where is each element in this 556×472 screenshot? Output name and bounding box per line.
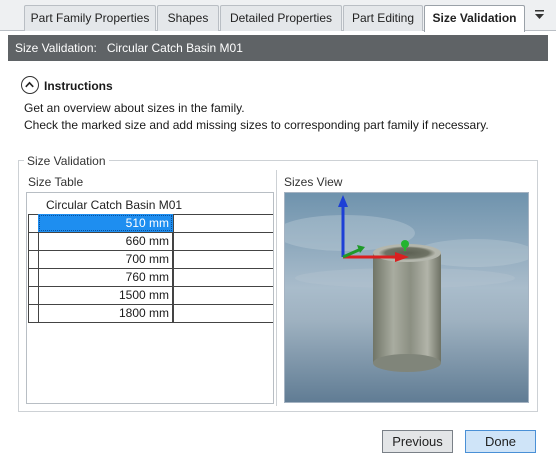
collapse-instructions-button[interactable]	[21, 76, 39, 94]
tab-bar: Part Family Properties Shapes Detailed P…	[0, 0, 556, 32]
header-family-name: Circular Catch Basin M01	[106, 41, 243, 55]
page-header: Size Validation: Circular Catch Basin M01	[8, 35, 548, 61]
tab-part-editing[interactable]: Part Editing	[343, 5, 423, 31]
row-selector[interactable]	[28, 286, 38, 304]
done-button[interactable]: Done	[465, 430, 536, 453]
sizes-view-label: Sizes View	[284, 175, 343, 189]
tab-menu-icon[interactable]	[531, 9, 547, 25]
size-cell[interactable]: 760 mm	[38, 268, 173, 286]
instruction-line: Get an overview about sizes in the famil…	[24, 101, 245, 115]
table-row[interactable]: 1500 mm	[28, 286, 273, 304]
size-cell[interactable]: 1500 mm	[38, 286, 173, 304]
tab-detailed-properties[interactable]: Detailed Properties	[220, 5, 342, 31]
menu-dropdown-icon	[534, 10, 544, 19]
tab-size-validation[interactable]: Size Validation	[424, 5, 525, 32]
chevron-up-icon	[25, 81, 34, 88]
column-header[interactable]: Circular Catch Basin M01	[28, 196, 182, 214]
row-selector[interactable]	[28, 214, 38, 232]
table-row[interactable]: 760 mm	[28, 268, 273, 286]
row-selector[interactable]	[28, 232, 38, 250]
size-cell[interactable]: 1800 mm	[38, 304, 173, 322]
group-title: Size Validation	[24, 154, 109, 168]
table-row[interactable]: 660 mm	[28, 232, 273, 250]
previous-button[interactable]: Previous	[382, 430, 453, 453]
table-row[interactable]: 1800 mm	[28, 304, 273, 322]
size-cell[interactable]: 700 mm	[38, 250, 173, 268]
header-label: Size Validation:	[15, 41, 97, 55]
instructions-title: Instructions	[44, 79, 113, 93]
tab-part-family-properties[interactable]: Part Family Properties	[24, 5, 156, 31]
size-cell[interactable]: 660 mm	[38, 232, 173, 250]
size-cell[interactable]: 510 mm	[38, 214, 173, 232]
instruction-line: Check the marked size and add missing si…	[24, 118, 489, 132]
panel-splitter[interactable]	[276, 170, 277, 406]
table-row[interactable]: 700 mm	[28, 250, 273, 268]
tab-shapes[interactable]: Shapes	[157, 5, 219, 31]
row-selector[interactable]	[28, 250, 38, 268]
catch-basin-3d-model	[285, 193, 528, 402]
row-selector[interactable]	[28, 304, 38, 322]
table-row[interactable]: 510 mm	[28, 214, 273, 232]
row-selector[interactable]	[28, 268, 38, 286]
sizes-3d-view[interactable]	[284, 192, 529, 403]
size-table-label: Size Table	[28, 175, 84, 189]
